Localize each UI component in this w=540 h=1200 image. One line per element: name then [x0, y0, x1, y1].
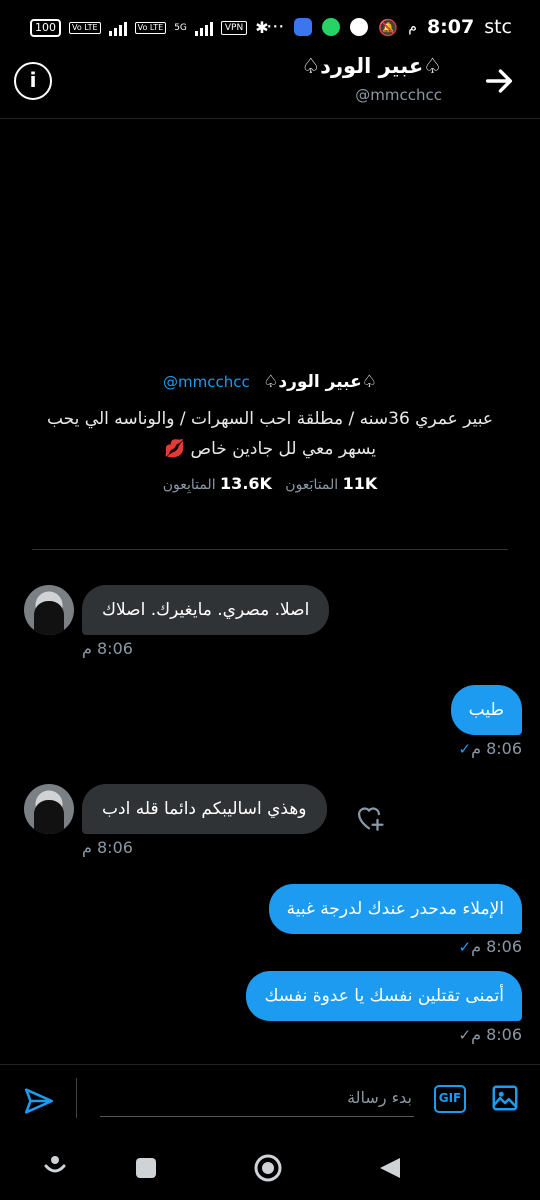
gif-icon[interactable]: GIF: [434, 1085, 466, 1113]
status-bar: 100 Vo LTE Vo LTE 5G VPN ✱ ··· 🔕 م 8:07 …: [0, 0, 540, 56]
signal-icon: [108, 20, 127, 36]
chat-app-icon: [350, 18, 369, 36]
status-period: م: [408, 19, 417, 35]
message-bubble-outgoing[interactable]: طيب: [450, 685, 522, 735]
profile-stats: 11K المتابَعون 13.6K المتابِعون: [0, 474, 540, 493]
following-count: 11K: [342, 474, 378, 493]
header-divider: [0, 118, 540, 119]
avatar[interactable]: [24, 585, 74, 635]
nav-assistant-icon[interactable]: [44, 1156, 66, 1173]
profile-divider: [32, 549, 508, 550]
message-time: 8:06 م: [471, 937, 522, 956]
volte-badge: Vo LTE: [69, 21, 101, 34]
arrow-right-icon[interactable]: [482, 64, 516, 98]
status-right-indicators: ··· 🔕 م 8:07 stc: [266, 16, 512, 38]
avatar[interactable]: [24, 784, 74, 834]
signal-icon-2: [194, 20, 213, 36]
message-time-row: 8:06 م✓: [452, 739, 522, 758]
conversation-title[interactable]: ♤عبير الورد♤: [301, 54, 442, 78]
check-icon: ✓: [458, 740, 472, 758]
more-notifications-icon: ···: [266, 16, 285, 38]
status-left-indicators: 100 Vo LTE Vo LTE 5G VPN ✱: [30, 18, 269, 37]
message-bubble-incoming[interactable]: اصلا. مصري. مايغيرك. اصلاك: [82, 585, 330, 635]
message-time: 8:06 م: [471, 739, 522, 758]
vpn-badge: VPN: [220, 20, 248, 35]
message-input[interactable]: [100, 1078, 414, 1117]
image-icon[interactable]: [490, 1083, 520, 1113]
heart-add-icon[interactable]: [352, 800, 386, 834]
message-bubble-outgoing[interactable]: الإملاء مدحدر عندك لدرجة غبية: [268, 884, 522, 934]
followers-label: المتابِعون: [162, 477, 216, 493]
followers-count: 13.6K: [220, 474, 272, 493]
volte-badge-2: Vo LTE: [134, 21, 167, 34]
check-icon: ✓: [458, 938, 472, 956]
message-time: 8:06 م: [471, 1025, 522, 1044]
conversation-handle: @mmcchcc: [355, 86, 442, 104]
battery-indicator: 100: [30, 18, 61, 37]
composer-separator: [76, 1078, 77, 1118]
whatsapp-icon: [322, 18, 341, 36]
composer-divider: [0, 1064, 540, 1065]
message-time-row: 8:06 م✓: [452, 937, 522, 956]
message-time-row: 8:06 م✓: [452, 1025, 522, 1044]
nav-recents-icon[interactable]: [136, 1158, 156, 1178]
nav-home-icon[interactable]: [254, 1154, 282, 1182]
profile-name-row[interactable]: ♤عبير الورد♤ @mmcchcc: [0, 372, 540, 392]
mute-bell-icon: 🔕: [378, 17, 399, 37]
profile-name: ♤عبير الورد♤: [263, 372, 377, 392]
message-time: 8:06 م: [82, 639, 133, 658]
fiveg-label: 5G: [174, 22, 187, 33]
profile-bio-line-2: يسهر معي لل جادين خاص 💋: [163, 439, 376, 459]
carrier-name: stc: [484, 16, 512, 38]
signal-app-icon: [294, 18, 313, 36]
send-icon[interactable]: [22, 1084, 56, 1118]
message-time: 8:06 م: [82, 838, 133, 857]
check-icon: ✓: [458, 1026, 472, 1044]
status-time: 8:07: [426, 16, 475, 38]
nav-back-icon[interactable]: [380, 1158, 400, 1178]
info-icon[interactable]: i: [14, 62, 52, 100]
system-navigation-bar: [44, 1154, 400, 1182]
profile-bio-line-1: عبير عمري 36سنه / مطلقة احب السهرات / وا…: [46, 409, 494, 429]
profile-bio: عبير عمري 36سنه / مطلقة احب السهرات / وا…: [20, 404, 520, 464]
message-bubble-outgoing[interactable]: أتمنى تقتلين نفسك يا عدوة نفسك: [246, 971, 522, 1021]
message-bubble-incoming[interactable]: وهذي اساليبكم دائما قله ادب: [82, 784, 327, 834]
profile-handle: @mmcchcc: [163, 373, 250, 391]
following-label: المتابَعون: [285, 477, 339, 493]
